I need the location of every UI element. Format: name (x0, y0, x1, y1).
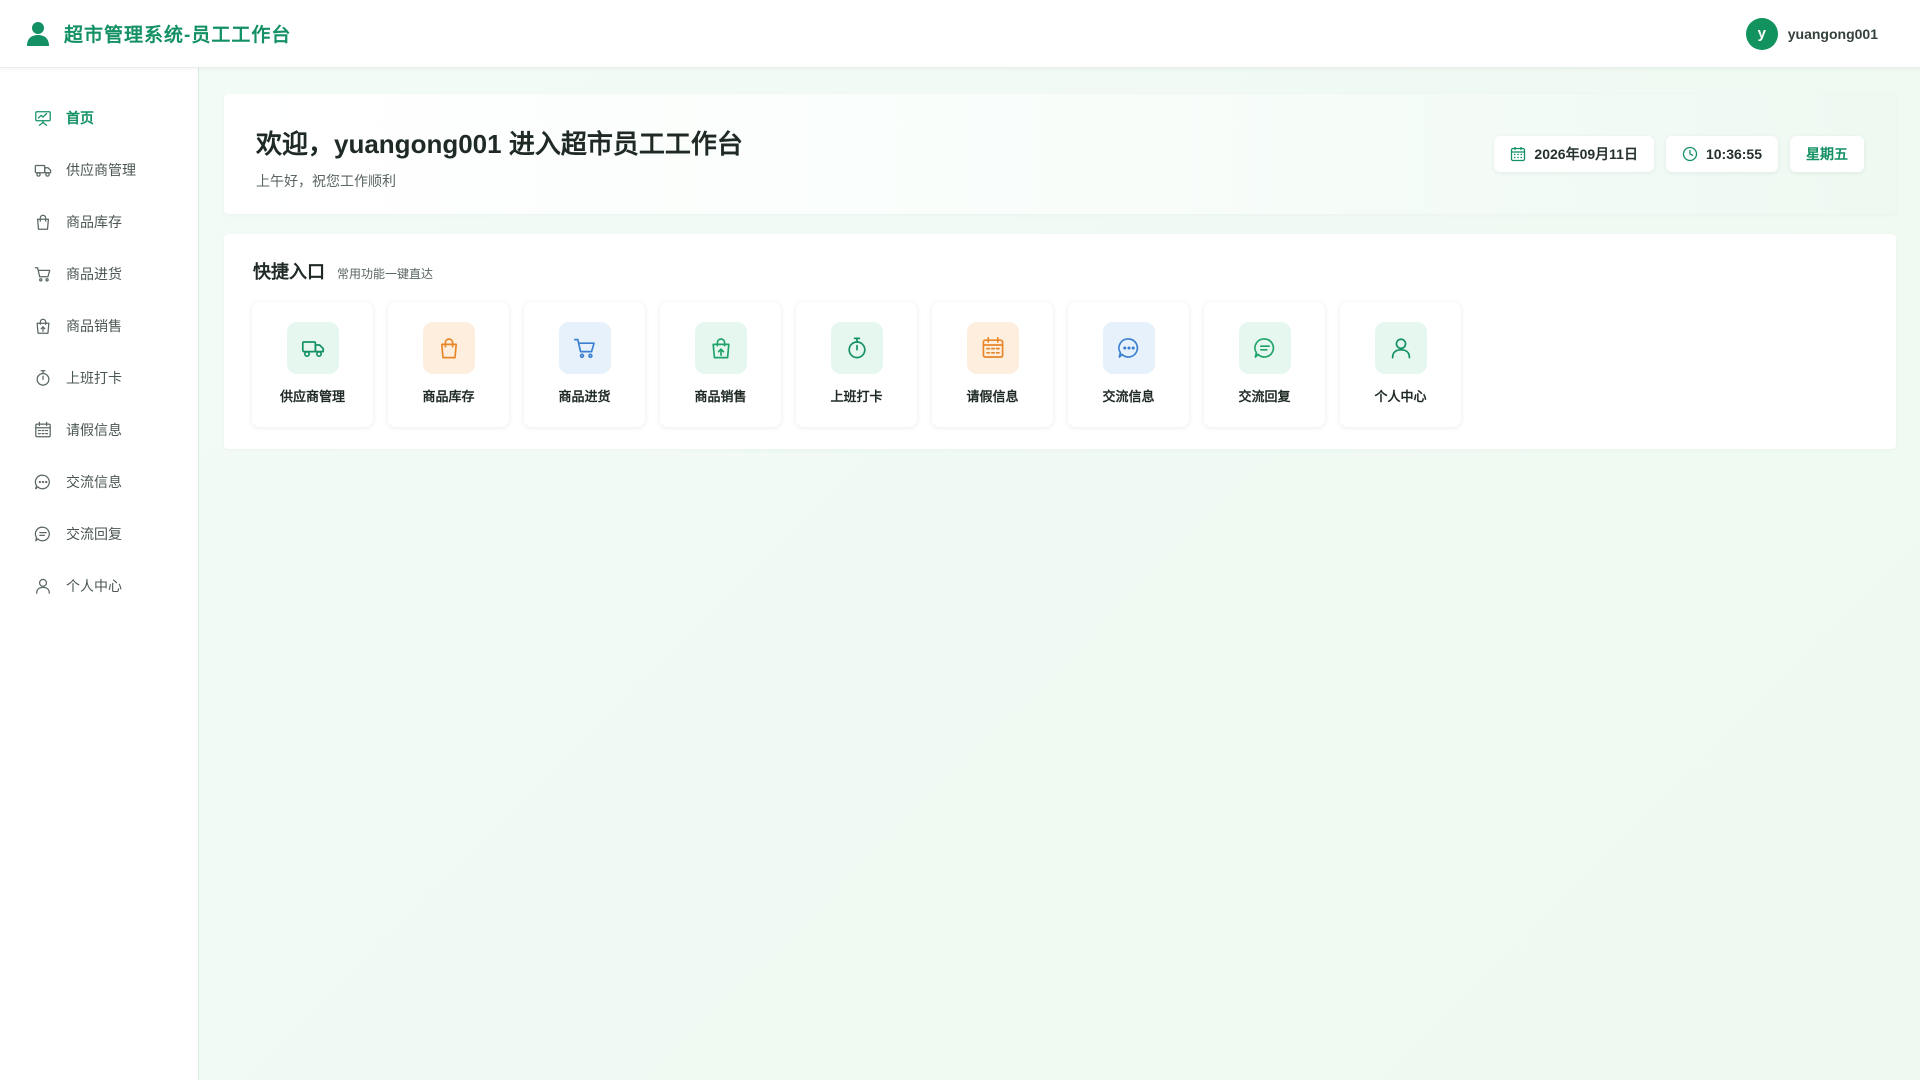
sidebar-item-label: 个人中心 (66, 578, 122, 594)
brand[interactable]: 超市管理系统-员工工作台 (26, 20, 291, 47)
calendar-icon (1510, 146, 1526, 162)
quick-tile-label: 商品库存 (422, 389, 475, 404)
sidebar-item-5[interactable]: 上班打卡 (0, 352, 198, 404)
sidebar-item-label: 请假信息 (66, 422, 122, 438)
sidebar-item-1[interactable]: 供应商管理 (0, 144, 198, 196)
sidebar-item-6[interactable]: 请假信息 (0, 404, 198, 456)
date-text: 2026年09月11日 (1534, 146, 1638, 162)
welcome-title: 欢迎，yuangong001 进入超市员工工作台 (256, 129, 743, 159)
chat-lines-icon (34, 525, 52, 543)
quick-tile-label: 交流回复 (1238, 389, 1291, 404)
sidebar-item-4[interactable]: 商品销售 (0, 300, 198, 352)
username[interactable]: yuangong001 (1788, 26, 1878, 42)
quick-access-subtitle: 常用功能一键直达 (337, 267, 434, 281)
cart-icon (558, 322, 611, 374)
quick-tile-label: 请假信息 (966, 389, 1019, 404)
sidebar-item-label: 交流信息 (66, 474, 122, 490)
top-bar: 超市管理系统-员工工作台 y yuangong001 (0, 0, 1920, 68)
time-text: 10:36:55 (1705, 146, 1762, 162)
avatar[interactable]: y (1745, 17, 1778, 50)
weekday-text: 星期五 (1806, 146, 1848, 162)
sidebar-item-2[interactable]: 商品库存 (0, 196, 198, 248)
sidebar-item-7[interactable]: 交流信息 (0, 456, 198, 508)
stopwatch-icon (830, 322, 883, 374)
chat-dots-icon (1102, 322, 1155, 374)
shopping-bag-icon (34, 213, 52, 231)
quick-tile-3[interactable]: 商品销售 (660, 302, 781, 427)
quick-tile-6[interactable]: 交流信息 (1068, 302, 1189, 427)
sidebar-item-3[interactable]: 商品进货 (0, 248, 198, 300)
welcome-card: 欢迎，yuangong001 进入超市员工工作台 上午好，祝您工作顺利 2026… (224, 94, 1896, 214)
quick-tile-0[interactable]: 供应商管理 (252, 302, 373, 427)
sidebar-item-label: 供应商管理 (66, 162, 136, 178)
clock-icon (1682, 146, 1698, 162)
app-title: 超市管理系统-员工工作台 (64, 25, 292, 46)
sidebar-item-8[interactable]: 交流回复 (0, 508, 198, 560)
quick-tile-label: 上班打卡 (830, 389, 883, 404)
quick-tile-7[interactable]: 交流回复 (1204, 302, 1325, 427)
info-chips: 2026年09月11日 10:36:55 星期五 (1494, 136, 1864, 172)
calendar-icon (34, 421, 52, 439)
user-menu[interactable]: y yuangong001 (1745, 17, 1878, 50)
cart-icon (34, 265, 52, 283)
presentation-chart-icon (34, 109, 52, 127)
quick-access-tiles: 供应商管理 商品库存 商品进货 商品销售 上班打卡 请假信息 交流信息 交流回复 个人中心 (252, 302, 1461, 427)
sidebar-item-label: 交流回复 (66, 526, 122, 542)
truck-icon (34, 161, 52, 179)
shopping-bag-icon (422, 322, 475, 374)
bag-upload-icon (694, 322, 747, 374)
chat-dots-icon (34, 473, 52, 491)
quick-tile-label: 交流信息 (1102, 389, 1155, 404)
sidebar-item-label: 商品进货 (66, 266, 122, 282)
quick-tile-label: 商品进货 (558, 389, 611, 404)
sidebar: 首页供应商管理商品库存商品进货商品销售上班打卡请假信息交流信息交流回复个人中心 (0, 68, 199, 1080)
user-icon (26, 21, 50, 47)
quick-access-header: 快捷入口 常用功能一键直达 (253, 258, 433, 284)
stopwatch-icon (34, 369, 52, 387)
quick-tile-2[interactable]: 商品进货 (524, 302, 645, 427)
sidebar-item-9[interactable]: 个人中心 (0, 560, 198, 612)
sidebar-item-label: 商品库存 (66, 214, 122, 230)
truck-icon (286, 322, 339, 374)
quick-access-card: 快捷入口 常用功能一键直达 供应商管理 商品库存 商品进货 商品销售 上班打卡 请假信息 交… (224, 234, 1896, 449)
sidebar-item-label: 上班打卡 (66, 370, 122, 386)
quick-tile-1[interactable]: 商品库存 (388, 302, 509, 427)
quick-tile-8[interactable]: 个人中心 (1340, 302, 1461, 427)
calendar-icon (966, 322, 1019, 374)
sidebar-item-0[interactable]: 首页 (0, 92, 198, 144)
quick-tile-5[interactable]: 请假信息 (932, 302, 1053, 427)
person-icon (34, 577, 52, 595)
quick-tile-label: 个人中心 (1374, 389, 1427, 404)
sidebar-item-label: 商品销售 (66, 318, 122, 334)
quick-tile-4[interactable]: 上班打卡 (796, 302, 917, 427)
weekday-chip: 星期五 (1790, 136, 1864, 172)
sidebar-item-label: 首页 (66, 110, 94, 126)
main-content: 欢迎，yuangong001 进入超市员工工作台 上午好，祝您工作顺利 2026… (200, 68, 1920, 1080)
quick-tile-label: 商品销售 (694, 389, 747, 404)
chat-lines-icon (1238, 322, 1291, 374)
person-icon (1374, 322, 1427, 374)
welcome-subtitle: 上午好，祝您工作顺利 (256, 173, 396, 189)
bag-upload-icon (34, 317, 52, 335)
quick-access-title: 快捷入口 (253, 262, 325, 282)
quick-tile-label: 供应商管理 (279, 389, 345, 404)
time-chip: 10:36:55 (1665, 136, 1778, 172)
date-chip: 2026年09月11日 (1494, 136, 1654, 172)
